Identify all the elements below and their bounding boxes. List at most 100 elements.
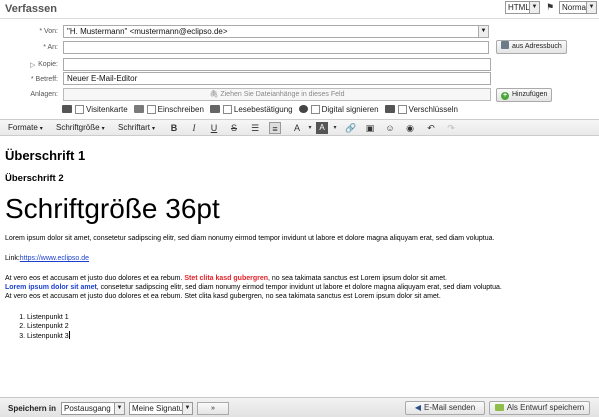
font-family-menu-label: Schriftart xyxy=(118,123,151,132)
send-icon: ◀ xyxy=(414,403,421,412)
cc-label: Kopie: xyxy=(38,61,58,68)
signature-select[interactable]: Meine Signatur ▼ xyxy=(129,402,193,415)
chevron-down-icon: ▼ xyxy=(478,26,488,37)
address-book-button[interactable]: aus Adressbuch xyxy=(496,40,567,54)
formats-menu-label: Formate xyxy=(8,123,38,132)
link-paragraph: Link:https://www.eclipso.de xyxy=(5,254,594,263)
option-registered[interactable]: Einschreiben xyxy=(133,104,204,114)
caret-down-icon: ▾ xyxy=(101,126,105,132)
red-text: Stet clita kasd gubergren xyxy=(184,275,269,282)
text-cursor xyxy=(68,331,70,339)
paragraph-line-1: At vero eos et accusam et justo duo dolo… xyxy=(5,274,594,283)
text-color-icon[interactable]: A xyxy=(291,122,303,134)
text-segment: , consetetur sadipscing elitr, sed diam … xyxy=(96,284,502,291)
large-text: Schriftgröße 36pt xyxy=(5,193,220,224)
from-value: "H. Mustermann" <mustermann@eclipso.de> xyxy=(67,27,228,36)
text-segment: At vero eos et accusam et justo duo dolo… xyxy=(5,275,185,282)
from-label: * Von: xyxy=(39,28,58,35)
folder-select-value: Postausgang xyxy=(64,404,111,413)
heading-1: Überschrift 1 xyxy=(5,148,86,163)
list-item: Listenpunkt 2 xyxy=(27,322,594,331)
business-card-checkbox[interactable] xyxy=(75,104,84,114)
chevron-down-icon: ▼ xyxy=(182,403,192,414)
read-receipt-checkbox[interactable] xyxy=(222,104,232,114)
chevron-down-icon: ▼ xyxy=(586,2,596,13)
numbered-list-icon[interactable]: ≡ xyxy=(269,122,281,134)
background-color-caret-icon[interactable]: ▾ xyxy=(329,122,341,134)
link-url[interactable]: https://www.eclipso.de xyxy=(20,255,89,262)
underline-icon[interactable]: U xyxy=(208,122,220,134)
option-label: Lesebestätigung xyxy=(233,104,293,114)
text-segment: , no sea takimata sanctus est Lorem ipsu… xyxy=(268,275,447,282)
format-select-value: HTML xyxy=(508,3,530,12)
folder-icon xyxy=(494,404,504,411)
font-size-menu[interactable]: Schriftgröße ▾ xyxy=(56,123,105,132)
bold-icon[interactable]: B xyxy=(168,122,180,134)
from-select[interactable]: "H. Mustermann" <mustermann@eclipso.de> ▼ xyxy=(63,25,489,38)
sign-checkbox[interactable] xyxy=(310,104,320,114)
strikethrough-icon[interactable]: S xyxy=(228,122,240,134)
more-button[interactable]: » xyxy=(197,402,229,415)
attachment-drop-zone[interactable]: 🖇 Ziehen Sie Dateianhänge in dieses Feld xyxy=(63,88,491,101)
attachments-label: Anlagen: xyxy=(30,91,58,98)
numbered-list: Listenpunkt 1 Listenpunkt 2 Listenpunkt … xyxy=(5,313,594,341)
preview-eye-icon[interactable]: ◉ xyxy=(404,122,416,134)
header-divider xyxy=(0,18,599,19)
font-family-menu[interactable]: Schriftart ▾ xyxy=(118,123,155,132)
save-draft-button[interactable]: Als Entwurf speichern xyxy=(489,401,590,415)
signature-seal-icon xyxy=(298,105,308,113)
editor-body[interactable]: Überschrift 1 Überschrift 2 Schriftgröße… xyxy=(0,137,599,396)
undo-icon[interactable]: ↶ xyxy=(425,122,437,134)
redo-icon[interactable]: ↷ xyxy=(445,122,457,134)
plus-icon: + xyxy=(501,92,509,100)
dropzone-text: Ziehen Sie Dateianhänge in dieses Feld xyxy=(220,91,345,98)
paragraph-line-3: At vero eos et accusam et justo duo dolo… xyxy=(5,293,441,300)
to-input[interactable] xyxy=(63,41,489,54)
paragraph-1: Lorem ipsum dolor sit amet, consetetur s… xyxy=(5,235,495,242)
option-label: Digital signieren xyxy=(321,104,379,114)
send-email-label: E-Mail senden xyxy=(424,403,476,412)
option-label: Verschlüsseln xyxy=(408,104,458,114)
message-options: Visitenkarte Einschreiben Lesebestätigun… xyxy=(62,104,464,114)
option-read-receipt[interactable]: Lesebestätigung xyxy=(209,104,293,114)
link-icon[interactable]: 🔗 xyxy=(345,122,357,134)
signature-select-value: Meine Signatur xyxy=(132,404,186,413)
blue-text: Lorem ipsum dolor sit amet xyxy=(5,284,97,291)
to-label: * An: xyxy=(43,44,58,51)
folder-select[interactable]: Postausgang ▼ xyxy=(61,402,125,415)
encryption-key-icon xyxy=(384,105,395,113)
image-icon[interactable]: ▣ xyxy=(364,122,376,134)
format-select[interactable]: HTML ▼ xyxy=(505,1,540,14)
caret-down-icon: ▾ xyxy=(152,126,156,132)
save-draft-label: Als Entwurf speichern xyxy=(506,403,585,412)
bullet-list-icon[interactable]: ☰ xyxy=(249,122,261,134)
text-color-caret-icon[interactable]: ▾ xyxy=(304,122,316,134)
option-label: Visitenkarte xyxy=(86,104,128,114)
subject-input[interactable]: Neuer E-Mail-Editor xyxy=(63,72,491,85)
italic-icon[interactable]: I xyxy=(188,122,200,134)
background-color-icon[interactable]: A xyxy=(316,122,328,134)
registered-mail-icon xyxy=(133,105,144,113)
font-size-menu-label: Schriftgröße xyxy=(56,123,100,132)
option-sign[interactable]: Digital signieren xyxy=(298,104,379,114)
formats-menu[interactable]: Formate ▾ xyxy=(8,123,43,132)
list-item-text: Listenpunkt 3 xyxy=(27,333,69,340)
option-business-card[interactable]: Visitenkarte xyxy=(62,104,128,114)
option-encrypt[interactable]: Verschlüsseln xyxy=(384,104,458,114)
add-attachment-button[interactable]: + Hinzufügen xyxy=(496,88,553,102)
paragraph-line-2: Lorem ipsum dolor sit amet, consetetur s… xyxy=(5,283,594,292)
priority-select[interactable]: Normal ▼ xyxy=(559,1,597,14)
save-in-label: Speichern in xyxy=(8,404,57,413)
send-email-button[interactable]: ◀ E-Mail senden xyxy=(405,401,485,415)
list-item: Listenpunkt 1 xyxy=(27,313,594,322)
list-item: Listenpunkt 3 xyxy=(27,331,594,341)
registered-checkbox[interactable] xyxy=(146,104,156,114)
window-title: Verfassen xyxy=(5,3,57,15)
cc-input[interactable] xyxy=(63,58,491,71)
emoticon-icon[interactable]: ☺ xyxy=(384,122,396,134)
paperclip-icon: 🖇 xyxy=(209,91,219,98)
business-card-icon xyxy=(62,105,72,113)
encrypt-checkbox[interactable] xyxy=(397,104,407,114)
chevron-down-icon: ▼ xyxy=(114,403,124,414)
read-receipt-icon xyxy=(209,105,220,113)
